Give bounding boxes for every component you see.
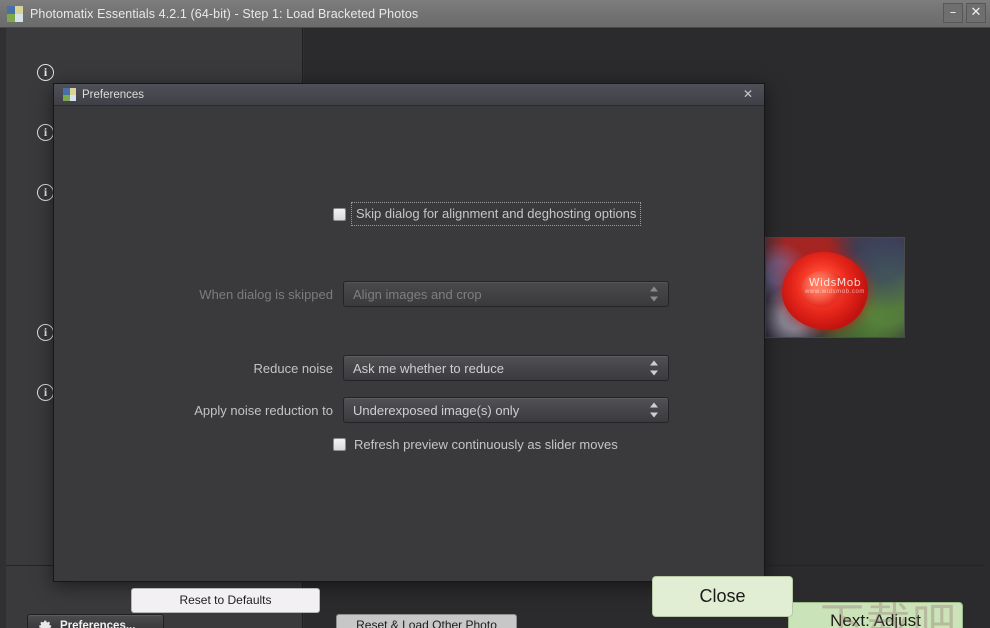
main-body: i i i i i WidsMob www.widsmob.com Preference… xyxy=(0,28,990,628)
apply-noise-label: Apply noise reduction to xyxy=(194,402,333,418)
reset-to-defaults-button[interactable]: Reset to Defaults xyxy=(131,588,320,613)
dialog-titlebar: Preferences ✕ xyxy=(54,84,764,106)
thumbnail-watermark-title: WidsMob xyxy=(808,276,862,289)
reduce-noise-row: Reduce noise Ask me whether to reduce xyxy=(144,355,669,381)
main-titlebar: Photomatix Essentials 4.2.1 (64-bit) - S… xyxy=(0,0,990,28)
apply-noise-select[interactable]: Underexposed image(s) only xyxy=(343,397,669,423)
reset-load-other-photo-button[interactable]: Reset & Load Other Photo xyxy=(336,614,517,628)
info-icon-1[interactable]: i xyxy=(37,64,54,81)
chevron-updown-icon xyxy=(650,402,659,418)
refresh-preview-row: Refresh preview continuously as slider m… xyxy=(333,437,618,452)
dialog-title: Preferences xyxy=(82,88,145,101)
info-icon-3[interactable]: i xyxy=(37,184,54,201)
skip-dialog-focus-ring: Skip dialog for alignment and deghosting… xyxy=(351,202,642,226)
skip-dialog-label: Skip dialog for alignment and deghosting… xyxy=(356,206,637,221)
photo-thumbnail[interactable]: WidsMob www.widsmob.com xyxy=(765,237,905,338)
minimize-button[interactable]: – xyxy=(943,3,963,23)
reduce-noise-value: Ask me whether to reduce xyxy=(353,360,505,376)
chevron-updown-icon xyxy=(650,360,659,376)
photomatix-logo-icon xyxy=(63,88,76,101)
reduce-noise-select[interactable]: Ask me whether to reduce xyxy=(343,355,669,381)
refresh-preview-checkbox[interactable] xyxy=(333,438,346,451)
preferences-button-label: Preferences... xyxy=(60,620,136,628)
next-adjust-button[interactable]: Next: Adjust xyxy=(788,602,963,628)
when-skipped-value: Align images and crop xyxy=(353,286,482,302)
chevron-updown-icon xyxy=(650,286,659,302)
refresh-preview-label: Refresh preview continuously as slider m… xyxy=(354,437,618,452)
preferences-button[interactable]: Preferences... xyxy=(27,614,164,628)
window-controls: – ✕ xyxy=(943,3,986,23)
when-skipped-row: When dialog is skipped Align images and … xyxy=(144,281,669,307)
when-skipped-select[interactable]: Align images and crop xyxy=(343,281,669,307)
gear-icon xyxy=(38,619,53,628)
dialog-close-button[interactable]: Close xyxy=(652,576,793,617)
apply-noise-row: Apply noise reduction to Underexposed im… xyxy=(144,397,669,423)
dialog-body: Skip dialog for alignment and deghosting… xyxy=(54,106,764,581)
reduce-noise-label: Reduce noise xyxy=(253,360,334,376)
when-skipped-label: When dialog is skipped xyxy=(199,286,333,302)
photomatix-logo-icon xyxy=(7,5,23,22)
close-dialog-button[interactable]: ✕ xyxy=(740,87,756,103)
info-icon-4[interactable]: i xyxy=(37,324,54,341)
info-icon-2[interactable]: i xyxy=(37,124,54,141)
close-window-button[interactable]: ✕ xyxy=(966,3,986,23)
info-icon-5[interactable]: i xyxy=(37,384,54,401)
skip-dialog-row: Skip dialog for alignment and deghosting… xyxy=(333,202,642,226)
apply-noise-value: Underexposed image(s) only xyxy=(353,402,520,418)
preferences-dialog: Preferences ✕ Skip dialog for alignment … xyxy=(53,83,793,617)
skip-dialog-checkbox[interactable] xyxy=(333,207,346,221)
window-title: Photomatix Essentials 4.2.1 (64-bit) - S… xyxy=(30,6,419,21)
thumbnail-watermark-sub: www.widsmob.com xyxy=(804,289,865,295)
application-window: Photomatix Essentials 4.2.1 (64-bit) - S… xyxy=(0,0,990,628)
